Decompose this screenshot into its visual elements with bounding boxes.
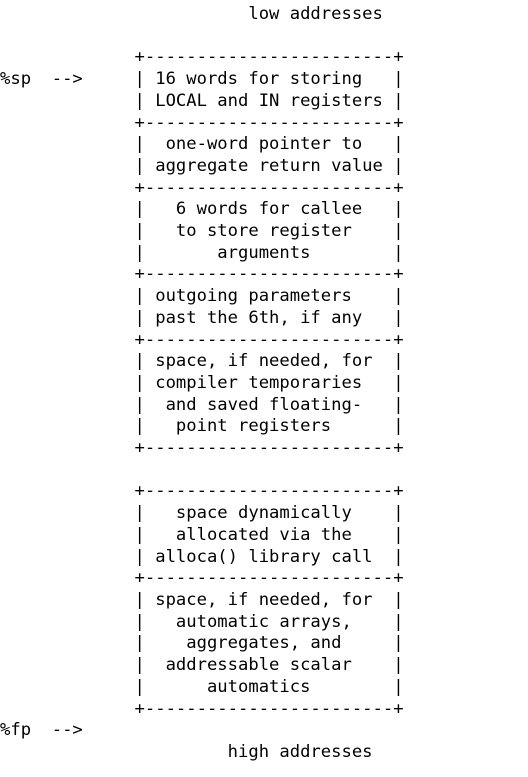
stack-frame-diagram: low addresses +------------------------+… (0, 0, 528, 777)
ascii-art-stack-frame: low addresses +------------------------+… (0, 4, 404, 762)
